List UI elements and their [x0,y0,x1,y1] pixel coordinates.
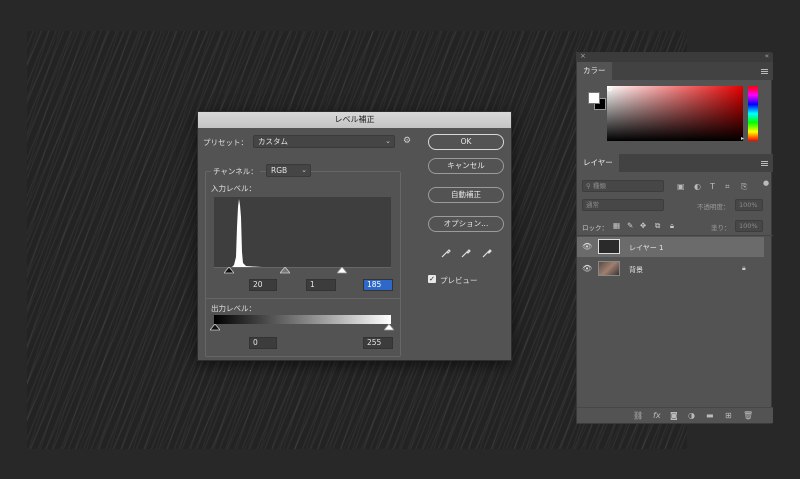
close-icon[interactable]: × [580,52,586,60]
preset-label: プリセット： [203,138,248,147]
trash-icon[interactable]: 🗑︎ [743,411,753,420]
new-group-icon[interactable]: ▬ [706,411,714,420]
output-white-slider[interactable] [384,324,394,331]
output-gradient [214,315,391,324]
smart-object-filter-icon[interactable]: ⎘ [741,182,747,192]
link-layers-icon[interactable]: ⛓ [633,411,643,420]
layer-row[interactable]: 👁︎ 背景 🔒︎ [577,259,764,279]
white-eyedropper-icon[interactable] [481,247,493,259]
layer-filter-select[interactable]: ⚲ 種類 [582,180,664,192]
adjustment-layer-icon[interactable]: ◑ [688,411,695,420]
tab-color[interactable]: カラー [577,62,612,80]
gray-eyedropper-icon[interactable] [460,247,472,259]
preview-label: プレビュー [440,276,478,285]
layers-footer: ⛓ fx ◙ ◑ ▬ ⊞ 🗑︎ [577,407,773,423]
ok-button[interactable]: OK [428,134,504,150]
search-icon: ⚲ [586,182,593,190]
histogram-graph [232,199,262,267]
layer-thumbnail [598,239,620,254]
shape-filter-icon[interactable]: ⌗ [725,182,730,192]
lock-image-icon[interactable]: ✎ [627,221,633,230]
histogram-baseline [214,267,391,268]
lock-artboard-icon[interactable]: ⧉ [655,221,660,231]
input-black-field[interactable]: 20 [249,279,277,291]
chevron-down-icon: ⌄ [301,166,307,174]
panel-header-strip: × « [577,52,773,62]
lock-transparent-icon[interactable]: ▦ [613,221,620,230]
divider [577,235,773,236]
cancel-button[interactable]: キャンセル [428,158,504,174]
layer-row[interactable]: 👁︎ レイヤー 1 [577,237,764,257]
layers-panel-menu-icon[interactable] [761,161,768,166]
photoshop-window: レベル補正 プリセット： カスタム ⌄ ⚙ チャンネル： RGB ⌄ 入力レベル… [0,0,800,479]
fill-label: 塗り： [711,224,731,232]
right-panel-dock: × « カラー ▸ レイヤー ⚲ 種類 ▣ ◐ T ⌗ ⎘ ● 通常 不透明度：… [576,52,773,424]
eye-icon[interactable]: 👁︎ [582,264,592,273]
fx-icon[interactable]: fx [653,411,661,420]
opacity-label: 不透明度： [697,203,730,211]
filter-toggle-icon[interactable]: ● [763,179,769,187]
layer-name: 背景 [629,266,643,274]
input-levels-label: 入力レベル： [211,184,256,193]
color-field[interactable] [607,86,743,141]
output-levels-label: 出力レベル： [211,304,256,313]
chevron-down-icon: ⌄ [385,137,391,145]
layers-tabbar: レイヤー [577,154,773,172]
preset-value: カスタム [258,137,288,146]
color-panel-menu-icon[interactable] [761,69,768,74]
output-black-slider[interactable] [210,324,220,331]
blend-mode-select[interactable]: 通常 [582,199,664,211]
collapse-icon[interactable]: « [765,52,769,60]
lock-position-icon[interactable]: ✥ [640,221,646,230]
type-filter-icon[interactable]: T [710,182,715,191]
tab-layers[interactable]: レイヤー [577,154,619,172]
channel-select[interactable]: RGB ⌄ [266,164,311,177]
eye-icon[interactable]: 👁︎ [582,242,592,251]
hue-marker: ▸ [741,135,745,142]
histogram [214,197,391,267]
divider [205,298,401,299]
preset-select[interactable]: カスタム ⌄ [253,135,395,148]
black-eyedropper-icon[interactable] [440,247,452,259]
input-white-slider[interactable] [337,267,347,274]
layer-thumbnail [598,261,620,276]
color-tabbar: カラー [577,62,773,80]
options-button[interactable]: オプション... [428,216,504,232]
color-picker-cursor [607,86,612,91]
input-gamma-field[interactable]: 1 [306,279,336,291]
input-gamma-slider[interactable] [280,267,290,274]
layer-name: レイヤー 1 [629,244,664,252]
auto-button[interactable]: 自動補正 [428,187,504,203]
foreground-swatch[interactable] [588,92,600,104]
pixel-filter-icon[interactable]: ▣ [677,182,685,191]
output-black-field[interactable]: 0 [249,337,277,349]
add-mask-icon[interactable]: ◙ [670,411,678,420]
opacity-field[interactable]: 100% [735,199,763,211]
adjustment-filter-icon[interactable]: ◐ [694,182,701,191]
channel-value: RGB [271,166,288,175]
lock-label: ロック： [582,224,608,232]
lock-all-icon[interactable]: 🔒︎ [670,221,674,231]
lock-icon: 🔒︎ [742,264,746,272]
dialog-title: レベル補正 [198,112,511,128]
output-white-field[interactable]: 255 [363,337,393,349]
gear-icon[interactable]: ⚙ [403,136,411,146]
fill-field[interactable]: 100% [735,220,763,232]
new-layer-icon[interactable]: ⊞ [725,411,732,420]
input-white-field[interactable]: 185 [363,279,393,291]
layer-filter-value: 種類 [592,182,606,190]
input-black-slider[interactable] [224,267,234,274]
hue-slider[interactable] [748,86,758,141]
channel-label: チャンネル： [211,166,260,177]
preview-checkbox[interactable]: ✓ [428,275,436,283]
